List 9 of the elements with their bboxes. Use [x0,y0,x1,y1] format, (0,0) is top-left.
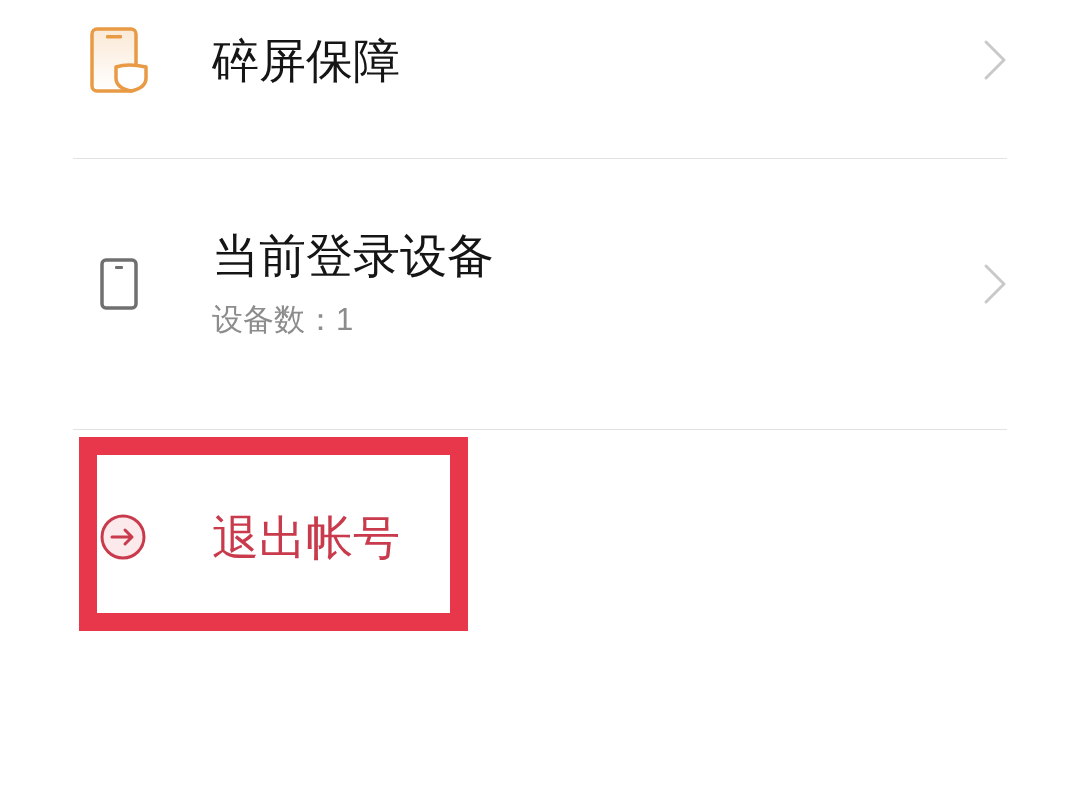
chevron-right-icon [983,39,1007,81]
chevron-right-icon [983,263,1007,305]
phone-shield-icon [90,27,148,93]
phone-icon [100,258,138,310]
menu-item-title[interactable]: 碎屏保障 [212,32,400,88]
menu-item-title[interactable]: 当前登录设备 [212,228,494,283]
logout-link[interactable]: 退出帐号 [212,509,400,565]
arrow-circle-icon [100,514,146,560]
device-count-text: 设备数：1 [212,301,354,339]
